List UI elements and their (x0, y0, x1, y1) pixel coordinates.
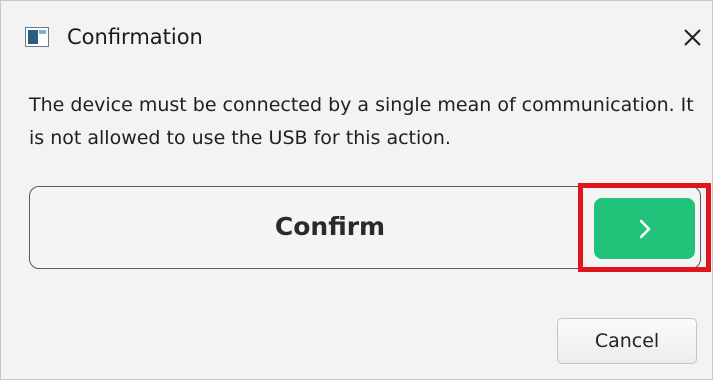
title-bar: Confirmation (1, 1, 712, 76)
close-icon[interactable] (675, 17, 709, 57)
window-app-icon (25, 27, 49, 47)
highlight-box (578, 183, 711, 272)
dialog-message: The device must be connected by a single… (29, 94, 694, 149)
confirm-label: Confirm (274, 212, 386, 241)
dialog-title: Confirmation (67, 25, 203, 49)
cancel-button[interactable]: Cancel (557, 318, 697, 364)
confirmation-dialog: Confirmation The device must be connecte… (0, 0, 713, 380)
